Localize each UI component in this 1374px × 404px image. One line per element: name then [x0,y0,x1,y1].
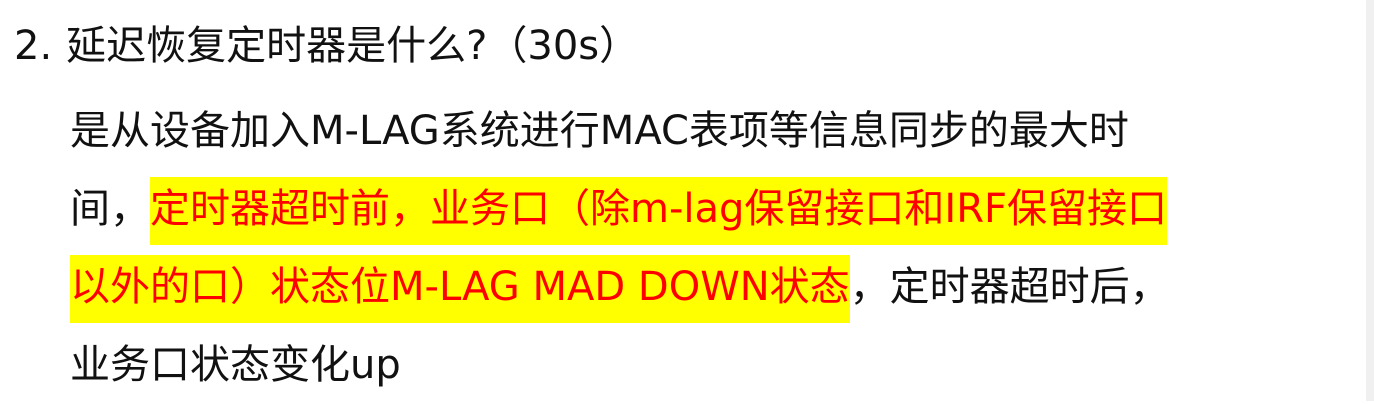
answer-line-2: 间，定时器超时前，业务口（除m-lag保留接口和IRF保留接口 [70,170,1340,248]
answer-line-2-highlight: 定时器超时前，业务口（除m-lag保留接口和IRF保留接口 [150,177,1168,245]
scrollbar-track[interactable] [1366,0,1374,401]
answer-line-3: 以外的口）状态位M-LAG MAD DOWN状态，定时器超时后， [70,248,1340,326]
answer-paragraph: 是从设备加入M-LAG系统进行MAC表项等信息同步的最大时 间，定时器超时前，业… [70,92,1340,404]
answer-line-1: 是从设备加入M-LAG系统进行MAC表项等信息同步的最大时 [70,108,1129,154]
question-text: 延迟恢复定时器是什么?（30s） [66,23,640,69]
question-heading: 2. 延迟恢复定时器是什么?（30s） [14,18,639,74]
answer-line-3-highlight: 以外的口）状态位M-LAG MAD DOWN状态 [70,255,850,323]
answer-line-2-plain: 间， [70,186,150,232]
qa-block: 2. 延迟恢复定时器是什么?（30s） 是从设备加入M-LAG系统进行MAC表项等… [0,0,1366,401]
question-number: 2. [14,23,53,69]
answer-line-3-plain: ，定时器超时后， [849,264,1170,310]
answer-line-4: 业务口状态变化up [70,342,401,388]
